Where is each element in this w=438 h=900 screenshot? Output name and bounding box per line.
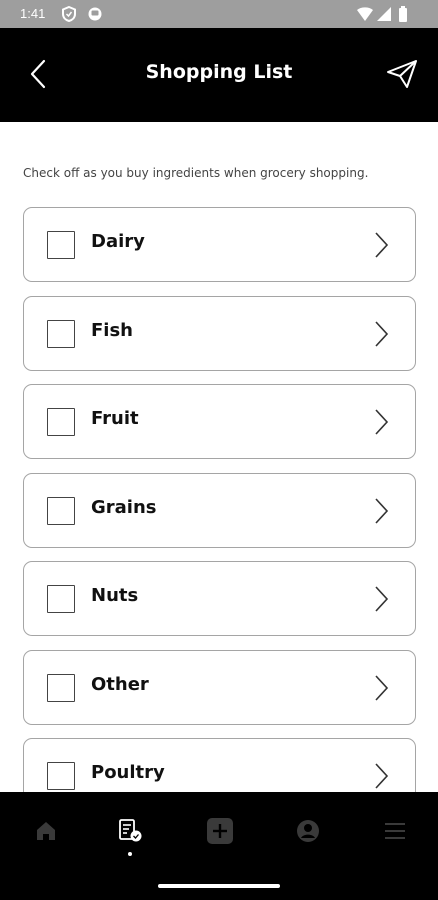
battery-icon (399, 6, 407, 22)
checkbox[interactable] (47, 673, 75, 702)
menu-icon (385, 823, 405, 839)
add-icon (207, 818, 233, 844)
chevron-right-icon (375, 232, 389, 258)
status-time: 1:41 (20, 6, 46, 21)
shopping-list-icon (119, 819, 142, 842)
list-item-fish[interactable]: Fish (23, 295, 416, 371)
chevron-right-icon (375, 763, 389, 789)
main-content: Check off as you buy ingredients when gr… (0, 122, 438, 792)
app-header: Shopping List (0, 28, 438, 122)
app-notification-icon (88, 7, 102, 21)
status-bar: 1:41 (0, 0, 438, 28)
nav-add[interactable] (200, 816, 240, 846)
item-label: Nuts (91, 585, 139, 606)
checkbox[interactable] (47, 319, 75, 348)
chevron-right-icon (375, 674, 389, 701)
checkbox[interactable] (47, 408, 75, 436)
chevron-right-icon (375, 586, 389, 612)
item-label: Fish (91, 319, 133, 341)
shield-icon (62, 6, 76, 22)
profile-icon (297, 820, 319, 842)
home-icon (37, 822, 55, 840)
checkbox[interactable] (47, 762, 75, 790)
instructions-text: Check off as you buy ingredients when gr… (23, 166, 369, 180)
category-list: Dairy Fish Fruit Grains Nuts Other Poult… (23, 207, 416, 792)
item-label: Fruit (91, 408, 139, 429)
send-icon (387, 60, 417, 88)
list-item-poultry[interactable]: Poultry (23, 738, 416, 792)
bottom-nav (0, 792, 438, 900)
nav-menu[interactable] (375, 816, 415, 846)
checkbox[interactable] (47, 231, 75, 259)
send-button[interactable] (384, 56, 420, 92)
item-label: Other (91, 673, 149, 695)
item-label: Grains (91, 496, 157, 518)
wifi-icon (357, 7, 373, 21)
list-item-dairy[interactable]: Dairy (23, 207, 416, 282)
chevron-right-icon (375, 409, 389, 435)
page-title: Shopping List (145, 61, 293, 83)
list-item-grains[interactable]: Grains (23, 472, 416, 548)
checkbox[interactable] (47, 585, 75, 613)
item-label: Poultry (91, 762, 165, 783)
nav-shopping-list[interactable] (110, 816, 150, 846)
active-indicator-dot (128, 852, 132, 856)
home-indicator[interactable] (158, 884, 280, 888)
chevron-right-icon (375, 320, 389, 347)
chevron-right-icon (375, 497, 389, 524)
list-item-fruit[interactable]: Fruit (23, 384, 416, 459)
list-item-nuts[interactable]: Nuts (23, 561, 416, 636)
nav-home[interactable] (26, 816, 66, 846)
item-label: Dairy (91, 231, 145, 252)
list-item-other[interactable]: Other (23, 649, 416, 725)
checkbox[interactable] (47, 496, 75, 525)
signal-icon (377, 7, 391, 21)
nav-profile[interactable] (288, 816, 328, 846)
